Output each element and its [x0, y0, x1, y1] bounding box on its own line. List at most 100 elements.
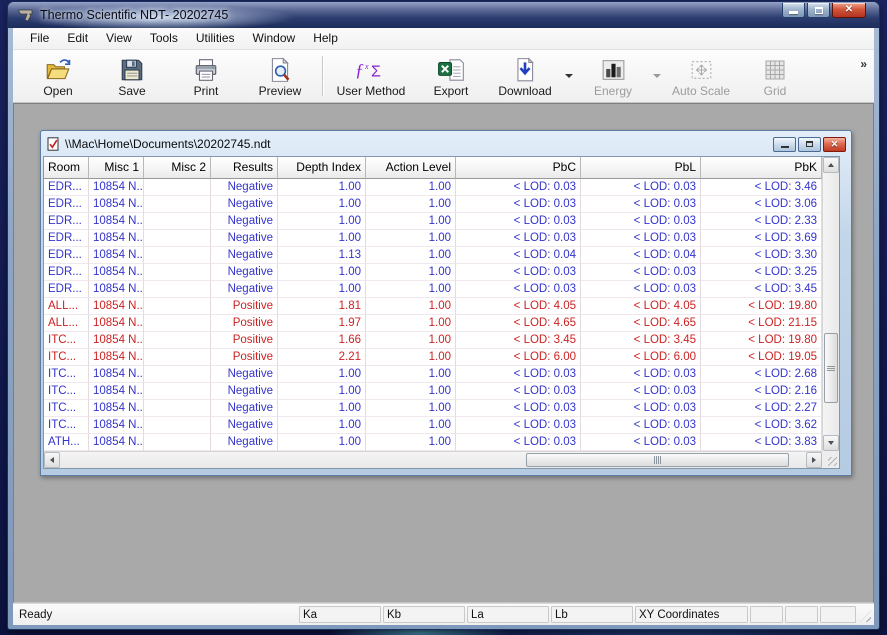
table-row[interactable]: ITC... 10854 N... Negative 1.00 1.00 < LOD: 0… — [44, 417, 822, 434]
column-header-pbc[interactable]: PbC — [456, 157, 581, 179]
scroll-down-icon[interactable] — [823, 435, 839, 451]
window-controls: ✕ — [782, 3, 866, 18]
status-cell-la: La — [467, 606, 549, 623]
menu-window[interactable]: Window — [244, 28, 305, 49]
column-header-results[interactable]: Results — [211, 157, 278, 179]
table-row[interactable]: EDR... 10854 N... Negative 1.13 1.00 < LOD: 0… — [44, 247, 822, 264]
scroll-right-icon[interactable] — [806, 452, 822, 468]
table-row[interactable]: ITC... 10854 N... Positive 1.66 1.00 < LOD: 3… — [44, 332, 822, 349]
download-dropdown-arrow-icon[interactable] — [562, 74, 576, 78]
menu-tools[interactable]: Tools — [141, 28, 187, 49]
document-minimize-icon[interactable] — [773, 136, 796, 152]
table-cell: 1.00 — [366, 315, 456, 332]
table-row[interactable]: ALL... 10854 N... Positive 1.81 1.00 < LOD: 4… — [44, 298, 822, 315]
table-row[interactable]: ATH... 10854 N... Negative 1.00 1.00 < LOD: 0… — [44, 434, 822, 451]
table-cell: EDR... — [44, 230, 89, 247]
column-header-pbl[interactable]: PbL — [581, 157, 701, 179]
toolbar-print-button[interactable]: Print — [169, 50, 243, 102]
table-cell: 10854 N... — [89, 196, 144, 213]
status-cell-ka: Ka — [299, 606, 381, 623]
toolbar-preview-button[interactable]: Preview — [243, 50, 317, 102]
title-bar[interactable]: Thermo Scientific NDT- 20202745 ✕ — [8, 2, 879, 28]
table-row[interactable]: EDR... 10854 N... Negative 1.00 1.00 < LOD: 0… — [44, 264, 822, 281]
vertical-scrollbar-thumb[interactable] — [824, 333, 838, 403]
table-row[interactable]: ALL... 10854 N... Positive 1.97 1.00 < LOD: 4… — [44, 315, 822, 332]
table-cell: Positive — [211, 298, 278, 315]
toolbar-download-button[interactable]: Download — [488, 50, 562, 102]
table-cell: < LOD: 4.65 — [581, 315, 701, 332]
table-cell: 1.66 — [278, 332, 366, 349]
minimize-icon[interactable] — [782, 3, 805, 18]
table-cell: Positive — [211, 349, 278, 366]
table-cell: 1.00 — [366, 179, 456, 196]
menu-view[interactable]: View — [97, 28, 141, 49]
table-cell: < LOD: 4.05 — [456, 298, 581, 315]
column-header-depth-index[interactable]: Depth Index — [278, 157, 366, 179]
toolbar-group: Print — [169, 50, 243, 102]
table-row[interactable]: ITC... 10854 N... Positive 2.21 1.00 < LOD: 6… — [44, 349, 822, 366]
vertical-scrollbar[interactable] — [822, 157, 839, 451]
table-cell: Negative — [211, 247, 278, 264]
document-close-icon[interactable]: ✕ — [823, 136, 846, 152]
table-row[interactable]: ITC... 10854 N... Negative 1.00 1.00 < LOD: 0… — [44, 366, 822, 383]
table-cell: Negative — [211, 179, 278, 196]
toolbar-button-label: Export — [433, 84, 469, 98]
column-header-misc-1[interactable]: Misc 1 — [89, 157, 144, 179]
status-ready-text: Ready — [19, 608, 53, 621]
table-cell: 1.00 — [366, 298, 456, 315]
toolbar-group: Grid — [738, 50, 812, 102]
table-cell: < LOD: 0.03 — [456, 281, 581, 298]
table-row[interactable]: EDR... 10854 N... Negative 1.00 1.00 < LOD: 0… — [44, 230, 822, 247]
table-cell: < LOD: 3.45 — [701, 281, 822, 298]
table-cell: < LOD: 2.68 — [701, 366, 822, 383]
column-header-action-level[interactable]: Action Level — [366, 157, 456, 179]
toolbar-group: Download — [488, 50, 576, 102]
toolbar-export-button[interactable]: Export — [414, 50, 488, 102]
menu-edit[interactable]: Edit — [58, 28, 97, 49]
document-title-bar[interactable]: \\Mac\Home\Documents\20202745.ndt ✕ — [43, 133, 849, 155]
table-cell: < LOD: 0.03 — [456, 230, 581, 247]
resize-grip[interactable] — [858, 606, 872, 623]
table-cell: < LOD: 4.65 — [456, 315, 581, 332]
toolbar-open-button[interactable]: Open — [21, 50, 95, 102]
toolbar-button-label: Open — [43, 84, 73, 98]
scroll-up-icon[interactable] — [823, 157, 839, 173]
table-row[interactable]: ITC... 10854 N... Negative 1.00 1.00 < LOD: 0… — [44, 400, 822, 417]
table-cell: ALL... — [44, 298, 89, 315]
scroll-left-icon[interactable] — [44, 452, 60, 468]
toolbar-user-method-button[interactable]: ƒ x Σ User Method — [328, 50, 414, 102]
table-cell: ITC... — [44, 332, 89, 349]
column-header-room[interactable]: Room — [44, 157, 89, 179]
table-cell: 1.00 — [278, 179, 366, 196]
horizontal-scrollbar-thumb[interactable] — [526, 453, 789, 467]
restore-icon[interactable] — [807, 3, 830, 18]
menu-help[interactable]: Help — [304, 28, 347, 49]
table-cell — [144, 417, 211, 434]
table-row[interactable]: ITC... 10854 N... Negative 1.00 1.00 < LOD: 0… — [44, 383, 822, 400]
table-cell: 1.00 — [366, 434, 456, 451]
table-cell: < LOD: 0.03 — [456, 400, 581, 417]
table-cell — [144, 179, 211, 196]
table-row[interactable]: EDR... 10854 N... Negative 1.00 1.00 < LOD: 0… — [44, 179, 822, 196]
table-cell: ITC... — [44, 383, 89, 400]
toolbar-save-button[interactable]: Save — [95, 50, 169, 102]
table-row[interactable]: EDR... 10854 N... Negative 1.00 1.00 < LOD: 0… — [44, 213, 822, 230]
table-cell: < LOD: 6.00 — [456, 349, 581, 366]
document-restore-icon[interactable] — [798, 136, 821, 152]
table-cell: 10854 N... — [89, 264, 144, 281]
column-header-pbk[interactable]: PbK — [701, 157, 822, 179]
table-row[interactable]: EDR... 10854 N... Negative 1.00 1.00 < LOD: 0… — [44, 196, 822, 213]
table-row[interactable]: EDR... 10854 N... Negative 1.00 1.00 < LOD: 0… — [44, 281, 822, 298]
table-cell: Negative — [211, 417, 278, 434]
menu-utilities[interactable]: Utilities — [187, 28, 244, 49]
toolbar-overflow-chevron-icon[interactable]: » — [860, 57, 867, 71]
close-icon[interactable]: ✕ — [832, 3, 866, 18]
toolbar-energy-button: Energy — [576, 50, 650, 102]
horizontal-scrollbar[interactable] — [44, 451, 822, 468]
toolbar-group: Open — [21, 50, 95, 102]
column-header-misc-2[interactable]: Misc 2 — [144, 157, 211, 179]
menu-file[interactable]: File — [21, 28, 58, 49]
status-cell-empty — [785, 606, 818, 623]
table-cell: < LOD: 0.03 — [581, 417, 701, 434]
table-cell — [144, 366, 211, 383]
